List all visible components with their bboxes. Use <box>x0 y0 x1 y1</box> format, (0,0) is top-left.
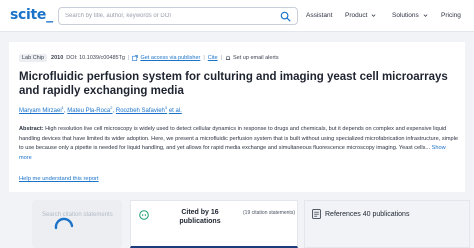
search-box[interactable] <box>58 7 298 25</box>
help-understand-report-link[interactable]: Help me understand this report <box>19 176 99 182</box>
publication-year: 2010 <box>51 55 64 61</box>
search-icon[interactable] <box>280 11 291 22</box>
chevron-down-icon <box>371 14 376 17</box>
tab-cited-by[interactable]: Cited by 16 publications (19 citation st… <box>130 200 298 248</box>
loading-spinner-icon <box>54 217 74 230</box>
citation-statements-count: (19 citation statements) <box>243 210 295 216</box>
abstract-label: Abstract: <box>19 126 44 132</box>
venue-badge[interactable]: Lab Chip <box>19 54 48 62</box>
paper-card: Lab Chip 2010 DOI: 10.1039/c00485Tg | Ge… <box>9 42 465 192</box>
external-link-icon <box>132 55 139 61</box>
separator: | <box>220 55 223 61</box>
chevron-down-icon <box>423 14 427 17</box>
nav-pricing[interactable]: Pricing <box>441 12 461 19</box>
nav-product[interactable]: Product <box>345 12 376 19</box>
separator: | <box>128 55 130 61</box>
author-list: Maryam Mirzaei1, Mateu Pla-Roca2, Roozbe… <box>19 105 182 114</box>
paper-meta-row: Lab Chip 2010 DOI: 10.1039/c00485Tg | Ge… <box>19 54 279 62</box>
references-count: References 40 publications <box>325 211 410 218</box>
author-link[interactable]: Maryam Mirzaei1 <box>19 105 64 114</box>
paper-title: Microfluidic perfusion system for cultur… <box>19 71 448 97</box>
citation-statements-panel: Search citation statements <box>32 200 122 248</box>
tab-references[interactable]: References 40 publications <box>304 200 470 248</box>
nav-assistant[interactable]: Assistant <box>306 12 332 19</box>
get-access-link[interactable]: Get access via publisher <box>140 55 200 61</box>
et-al-link[interactable]: et al. <box>169 108 182 114</box>
nav-solutions-label: Solutions <box>392 12 419 19</box>
email-alerts-link[interactable]: Set up email alerts <box>233 55 279 61</box>
abstract: Abstract: High resolution live cell micr… <box>19 125 459 163</box>
nav-product-label: Product <box>345 12 368 19</box>
bell-icon <box>225 55 231 60</box>
author-link[interactable]: Mateu Pla-Roca2 <box>67 105 112 114</box>
scite-logo[interactable]: scite_ <box>10 7 53 23</box>
doi-text: DOI: 10.1039/c00485Tg <box>66 55 125 61</box>
document-icon <box>312 209 321 219</box>
abstract-text: High resolution live cell microscopy is … <box>19 126 459 152</box>
author-link[interactable]: Roozbeh Safavieh3 <box>116 105 167 114</box>
top-navigation-bar: scite_ Assistant Product Solutions Prici… <box>0 0 474 32</box>
cite-link[interactable]: Cite <box>208 55 218 61</box>
quote-bubble-icon <box>139 210 149 220</box>
cited-by-count: Cited by 16 publications <box>179 209 221 225</box>
separator: | <box>203 55 205 61</box>
search-input[interactable] <box>65 10 275 22</box>
nav-solutions[interactable]: Solutions <box>392 12 428 19</box>
